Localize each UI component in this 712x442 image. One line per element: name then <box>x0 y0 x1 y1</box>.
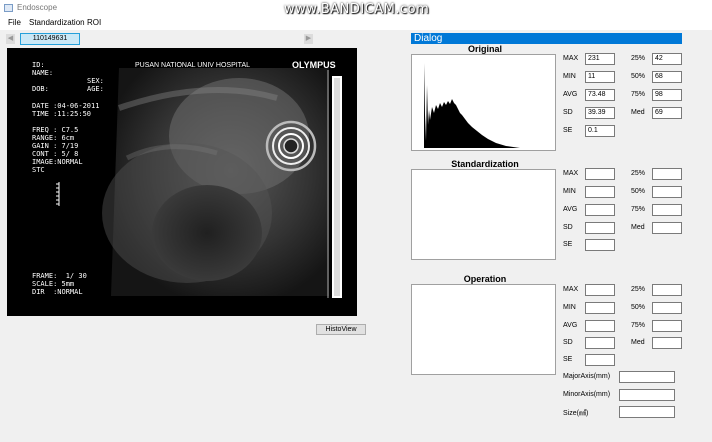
op-min-field[interactable] <box>585 302 615 314</box>
orig-med-label: Med <box>631 109 645 116</box>
minor-axis-field[interactable] <box>619 389 675 401</box>
std-med-field[interactable] <box>652 222 682 234</box>
age-label: AGE: <box>87 85 104 93</box>
standardization-histogram <box>411 169 556 260</box>
op-sd-label: SD <box>563 339 573 346</box>
orig-avg-label: AVG <box>563 91 578 98</box>
tab-scroll-right-icon[interactable]: ▶ <box>304 34 313 44</box>
orig-p75-label: 75% <box>631 91 646 98</box>
hospital-name: PUSAN NATIONAL UNIV HOSPITAL <box>135 62 251 69</box>
menu-roi[interactable]: ROI <box>87 18 101 27</box>
time-label: TIME :11:25:50 <box>32 110 92 118</box>
op-max-label: MAX <box>563 286 579 293</box>
op-se-label: SE <box>563 356 573 363</box>
watermark: www.BANDICAM.com <box>284 2 430 17</box>
op-min-label: MIN <box>563 304 576 311</box>
std-p75-label: 75% <box>631 206 646 213</box>
op-p50-field[interactable] <box>652 302 682 314</box>
std-max-field[interactable] <box>585 168 615 180</box>
app-icon <box>4 4 13 12</box>
orig-min-field[interactable]: 11 <box>585 71 615 83</box>
stc-label: STC <box>32 166 45 174</box>
std-min-label: MIN <box>563 188 576 195</box>
name-label: NAME: <box>32 69 54 77</box>
dir-label: DIR :NORMAL <box>32 288 83 296</box>
dob-label: DOB: <box>32 85 49 93</box>
std-se-field[interactable] <box>585 239 615 251</box>
std-p25-label: 25% <box>631 170 646 177</box>
tab-image[interactable]: 110149631 <box>20 33 80 45</box>
orig-p25-field[interactable]: 42 <box>652 53 682 65</box>
standardization-title: Standardization <box>451 159 519 169</box>
size-field[interactable] <box>619 406 675 418</box>
image-tab-strip: ◀ 110149631 ▶ <box>6 33 318 45</box>
orig-p75-field[interactable]: 98 <box>652 89 682 101</box>
orig-se-label: SE <box>563 127 573 134</box>
op-max-field[interactable] <box>585 284 615 296</box>
endoscope-image[interactable]: PUSAN NATIONAL UNIV HOSPITAL OLYMPUS ID:… <box>7 48 357 316</box>
std-sd-field[interactable] <box>585 222 615 234</box>
orig-sd-field[interactable]: 39.39 <box>585 107 615 119</box>
orig-max-label: MAX <box>563 55 579 62</box>
orig-se-field[interactable]: 0.1 <box>585 125 615 137</box>
size-label: Size(㎟) <box>563 410 589 417</box>
op-p75-label: 75% <box>631 322 646 329</box>
std-max-label: MAX <box>563 170 579 177</box>
tab-scroll-left-icon[interactable]: ◀ <box>6 34 15 44</box>
window-title: Endoscope <box>17 3 58 12</box>
std-se-label: SE <box>563 241 573 248</box>
olympus-logo: OLYMPUS <box>292 60 336 70</box>
std-p25-field[interactable] <box>652 168 682 180</box>
original-title: Original <box>467 44 502 54</box>
std-sd-label: SD <box>563 224 573 231</box>
op-med-field[interactable] <box>652 337 682 349</box>
orig-med-field[interactable]: 69 <box>652 107 682 119</box>
dialog-header: Dialog <box>411 33 682 44</box>
menu-file[interactable]: File <box>8 18 21 27</box>
op-p25-label: 25% <box>631 286 646 293</box>
std-avg-field[interactable] <box>585 204 615 216</box>
op-med-label: Med <box>631 339 645 346</box>
op-se-field[interactable] <box>585 354 615 366</box>
std-med-label: Med <box>631 224 645 231</box>
operation-title: Operation <box>463 274 507 284</box>
major-axis-field[interactable] <box>619 371 675 383</box>
orig-avg-field[interactable]: 73.48 <box>585 89 615 101</box>
orig-p25-label: 25% <box>631 55 646 62</box>
std-avg-label: AVG <box>563 206 578 213</box>
histoview-button[interactable]: HistoView <box>316 324 366 335</box>
orig-max-field[interactable]: 231 <box>585 53 615 65</box>
op-sd-field[interactable] <box>585 337 615 349</box>
major-axis-label: MajorAxis(mm) <box>563 373 611 380</box>
op-p25-field[interactable] <box>652 284 682 296</box>
minor-axis-label: MinorAxis(mm) <box>563 391 611 398</box>
op-p50-label: 50% <box>631 304 646 311</box>
menu-standardization[interactable]: Standardization <box>29 18 85 27</box>
operation-histogram <box>411 284 556 375</box>
std-p50-label: 50% <box>631 188 646 195</box>
original-histogram <box>411 54 556 151</box>
std-p75-field[interactable] <box>652 204 682 216</box>
orig-sd-label: SD <box>563 109 573 116</box>
orig-min-label: MIN <box>563 73 576 80</box>
orig-p50-field[interactable]: 68 <box>652 71 682 83</box>
orig-p50-label: 50% <box>631 73 646 80</box>
menu-bar: File Standardization ROI <box>0 16 712 30</box>
std-p50-field[interactable] <box>652 186 682 198</box>
op-avg-field[interactable] <box>585 320 615 332</box>
op-p75-field[interactable] <box>652 320 682 332</box>
histogram-chart <box>424 63 520 148</box>
op-avg-label: AVG <box>563 322 578 329</box>
std-min-field[interactable] <box>585 186 615 198</box>
